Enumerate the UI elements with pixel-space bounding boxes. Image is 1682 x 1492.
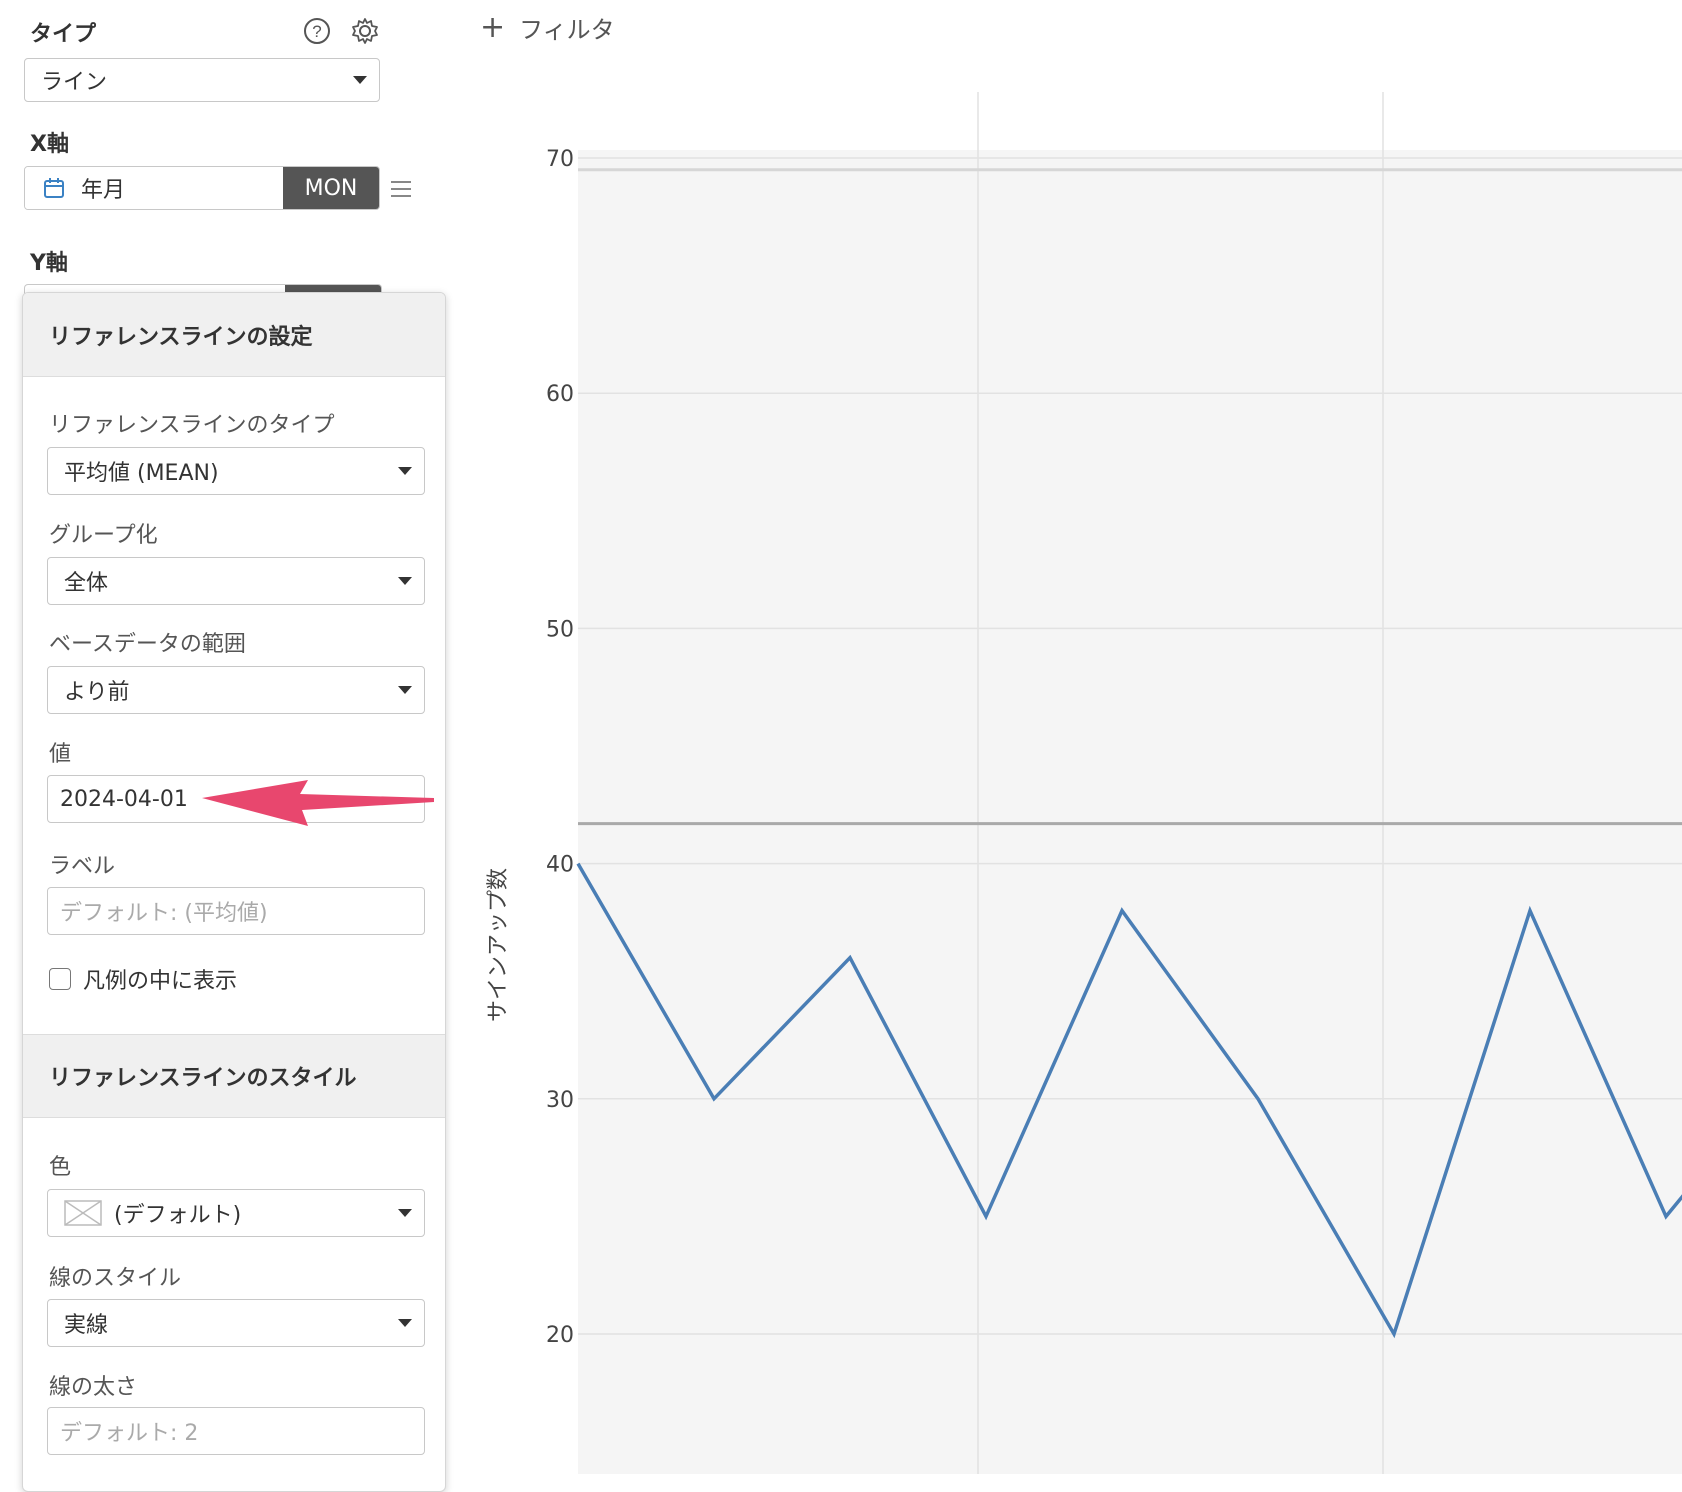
ref-type-select[interactable]: 平均値 (MEAN) (47, 447, 425, 495)
popup-title: リファレンスラインの設定 (23, 293, 446, 377)
legend-checkbox-label: 凡例の中に表示 (83, 963, 237, 995)
chevron-down-icon (398, 1319, 412, 1327)
legend-checkbox-row[interactable]: 凡例の中に表示 (49, 963, 237, 995)
y-axis-label: サインアップ数 (486, 868, 511, 1022)
y-tick-labels: 20 30 40 50 60 70 (546, 147, 574, 1348)
plot-area (578, 150, 1682, 1474)
chart-type-select[interactable]: ライン (24, 58, 380, 102)
chevron-down-icon (398, 577, 412, 585)
svg-text:?: ? (312, 22, 321, 41)
color-swatch-icon (64, 1200, 102, 1226)
label-label: ラベル (49, 848, 115, 880)
style-section-title: リファレンスラインのスタイル (23, 1034, 446, 1118)
label-input[interactable]: デフォルト: (平均値) (47, 887, 425, 935)
x-axis-unit-button[interactable]: MON (283, 167, 379, 209)
chart-type-value: ライン (41, 64, 107, 96)
reference-lines (578, 170, 1682, 824)
base-range-label: ベースデータの範囲 (49, 626, 246, 658)
line-width-label: 線の太さ (49, 1369, 137, 1401)
base-range-select[interactable]: より前 (47, 666, 425, 714)
grouping-value: 全体 (64, 565, 108, 597)
chevron-down-icon (398, 686, 412, 694)
grouping-label: グループ化 (49, 517, 158, 549)
ref-type-value: 平均値 (MEAN) (64, 455, 219, 487)
value-label: 値 (49, 736, 71, 768)
chevron-down-icon (398, 467, 412, 475)
grouping-select[interactable]: 全体 (47, 557, 425, 605)
chevron-down-icon (353, 76, 367, 84)
y-tick-label: 60 (546, 382, 574, 407)
type-label: タイプ (30, 16, 96, 48)
chevron-down-icon (398, 1209, 412, 1217)
series-group (578, 864, 1682, 1335)
line-style-label: 線のスタイル (49, 1260, 181, 1292)
calendar-icon (43, 177, 65, 199)
y-tick-label: 30 (546, 1088, 574, 1113)
plus-icon: + (480, 10, 505, 45)
y-tick-label: 40 (546, 853, 574, 878)
color-value: (デフォルト) (114, 1197, 241, 1229)
x-axis-field[interactable]: 年月 MON (24, 166, 380, 210)
base-range-value: より前 (64, 674, 130, 706)
y-tick-label: 70 (546, 147, 574, 172)
x-axis-label: X軸 (30, 126, 69, 158)
y-axis-label: Y軸 (30, 245, 68, 277)
x-axis-field-name: 年月 (81, 172, 125, 204)
help-icon[interactable]: ? (302, 16, 332, 46)
annotation-arrow-icon (190, 760, 450, 840)
line-width-input[interactable]: デフォルト: 2 (47, 1407, 425, 1455)
gear-icon[interactable] (350, 16, 380, 46)
y-tick-label: 50 (546, 617, 574, 642)
hamburger-icon[interactable] (386, 174, 416, 204)
filter-label: フィルタ (519, 10, 615, 45)
color-select[interactable]: (デフォルト) (47, 1189, 425, 1237)
line-style-value: 実線 (64, 1307, 108, 1339)
add-filter-button[interactable]: + フィルタ (480, 10, 615, 45)
y-tick-label: 20 (546, 1323, 574, 1348)
line-style-select[interactable]: 実線 (47, 1299, 425, 1347)
color-label: 色 (49, 1149, 71, 1181)
horizontal-gridlines (578, 158, 1682, 1334)
series-line-1 (578, 864, 1682, 1334)
legend-checkbox[interactable] (49, 968, 71, 990)
reference-line-settings-popup: リファレンスラインの設定 リファレンスラインのタイプ 平均値 (MEAN) グル… (22, 292, 446, 1492)
vertical-gridlines (978, 92, 1383, 1474)
ref-type-label: リファレンスラインのタイプ (49, 407, 335, 439)
